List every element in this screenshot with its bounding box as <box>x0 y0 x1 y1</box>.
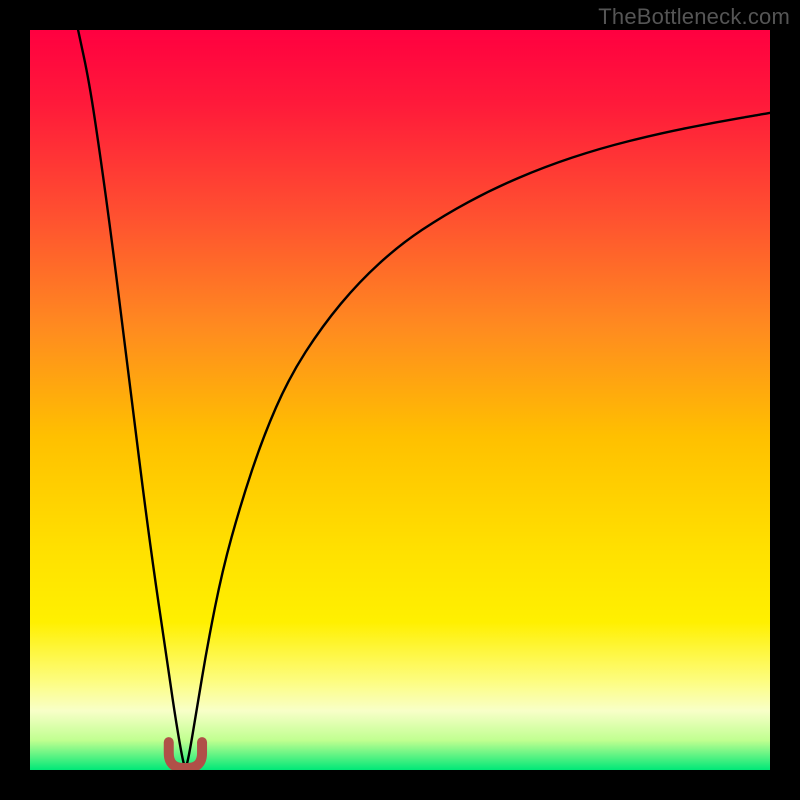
watermark-text: TheBottleneck.com <box>598 4 790 30</box>
chart-container: TheBottleneck.com <box>0 0 800 800</box>
bottleneck-plot <box>30 30 770 770</box>
plot-background <box>30 30 770 770</box>
